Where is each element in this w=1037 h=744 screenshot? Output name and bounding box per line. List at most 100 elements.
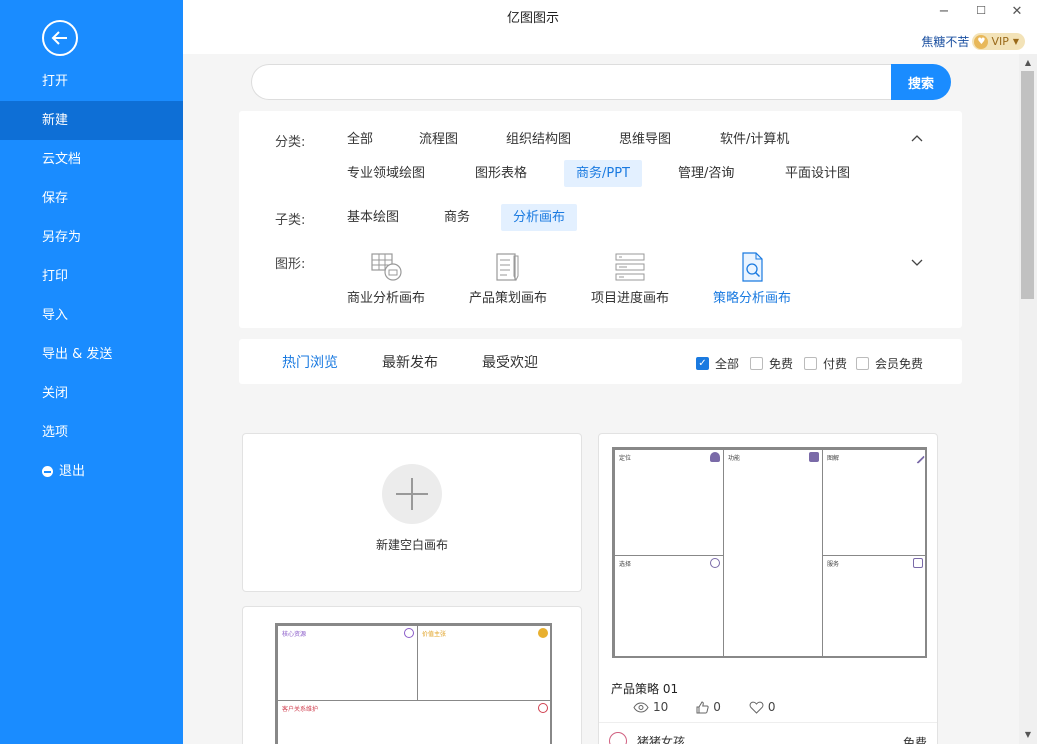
favorites-count: 0 [767, 700, 776, 714]
filter-all-checkbox[interactable]: ✓ 全部 [696, 355, 739, 372]
close-button[interactable]: ✕ [1007, 4, 1027, 19]
shape-strategy-canvas[interactable]: 策略分析画布 [702, 251, 802, 306]
cell-title: 客户关系维护 [282, 706, 319, 713]
shape-label-text: 商业分析画布 [346, 291, 425, 306]
category-professional[interactable]: 专业领域绘图 [335, 160, 437, 187]
vip-badge[interactable]: ♥ VIP ▼ [972, 33, 1025, 50]
search-input[interactable] [251, 64, 896, 100]
shape-project-canvas[interactable]: 项目进度画布 [580, 251, 680, 306]
subcategory-label: 子类: [275, 213, 306, 228]
checkbox-icon [856, 357, 869, 370]
sidebar-item-export-send[interactable]: 导出 & 发送 [0, 335, 183, 374]
checkbox-icon [804, 357, 817, 370]
sidebar-item-label: 打印 [42, 269, 69, 284]
user-area[interactable]: 焦糖不苦 ♥ VIP ▼ [921, 33, 1025, 50]
preview-cell: 选择 [614, 555, 724, 658]
category-label: 分类: [275, 135, 306, 150]
author-name: 猪猪女孩 [637, 734, 686, 744]
vertical-scrollbar[interactable]: ▲ ▼ [1019, 54, 1037, 744]
sidebar-item-import[interactable]: 导入 [0, 296, 183, 335]
new-blank-canvas-card[interactable]: 新建空白画布 [242, 433, 582, 592]
sidebar-item-save[interactable]: 保存 [0, 179, 183, 218]
avatar [609, 732, 627, 744]
sidebar-item-print[interactable]: 打印 [0, 257, 183, 296]
project-progress-icon [615, 253, 645, 281]
sidebar-item-label: 新建 [42, 113, 69, 128]
template-preview: 定位 功能 图解 选择 服务 [612, 447, 927, 658]
template-card[interactable]: 核心资源 价值主张 客户关系维护 [242, 606, 582, 744]
minimize-button[interactable]: − [934, 4, 954, 19]
category-mind-map[interactable]: 思维导图 [607, 126, 683, 153]
preview-cell: 图解 [822, 449, 927, 556]
category-all[interactable]: 全部 [335, 126, 385, 153]
cell-title: 定位 [619, 455, 632, 462]
sidebar-item-options[interactable]: 选项 [0, 413, 183, 452]
username[interactable]: 焦糖不苦 [921, 33, 969, 50]
category-management[interactable]: 管理/咨询 [666, 160, 746, 187]
sidebar-item-close[interactable]: 关闭 [0, 374, 183, 413]
scrollbar-thumb[interactable] [1021, 71, 1034, 299]
sidebar-item-label: 导入 [42, 308, 69, 323]
tab-latest[interactable]: 最新发布 [382, 352, 438, 372]
checkbox-icon [750, 357, 763, 370]
cell-title: 图解 [827, 455, 840, 462]
tab-popular[interactable]: 最受欢迎 [482, 352, 538, 372]
app-title: 亿图图示 [506, 11, 559, 26]
sidebar-item-open[interactable]: 打开 [0, 62, 183, 101]
sidebar-item-label: 云文档 [42, 152, 82, 167]
preview-cell: 定位 [614, 449, 724, 556]
cell-title: 功能 [728, 455, 741, 462]
preview-cell: 客户关系维护 [277, 700, 552, 744]
sidebar-item-save-as[interactable]: 另存为 [0, 218, 183, 257]
price-label: 免费 [902, 736, 927, 744]
sidebar-item-cloud-docs[interactable]: 云文档 [0, 140, 183, 179]
filter-free-checkbox[interactable]: 免费 [750, 355, 793, 372]
template-stats: 10 0 0 [633, 700, 804, 714]
scroll-down-icon[interactable]: ▼ [1023, 730, 1033, 740]
sidebar-item-label: 选项 [42, 425, 69, 440]
template-card[interactable]: 定位 功能 图解 选择 服务 产品策略 01 10 0 0 猪猪女孩 免费 [598, 433, 938, 744]
sidebar-item-new[interactable]: 新建 [0, 101, 183, 140]
category-software[interactable]: 软件/计算机 [708, 126, 801, 153]
chevron-up-icon[interactable] [910, 131, 924, 145]
chevron-down-icon[interactable] [910, 255, 924, 269]
checkbox-label: 会员免费 [875, 357, 924, 371]
views-count: 10 [653, 700, 669, 714]
scroll-up-icon[interactable]: ▲ [1023, 58, 1033, 68]
back-button[interactable] [42, 20, 78, 56]
likes-count: 0 [713, 700, 721, 714]
category-org-chart[interactable]: 组织结构图 [494, 126, 583, 153]
checkbox-label: 付费 [823, 357, 848, 371]
sidebar-item-exit[interactable]: 退出 [0, 452, 183, 491]
relation-icon [538, 703, 548, 713]
sort-bar: 热门浏览 最新发布 最受欢迎 ✓ 全部 免费 付费 会员免费 [239, 339, 962, 384]
cell-title: 服务 [827, 561, 840, 568]
likes-stat[interactable]: 0 [696, 700, 721, 714]
sidebar-nav: 打开 新建 云文档 保存 另存为 打印 导入 导出 & 发送 关闭 选项 退出 [0, 62, 183, 491]
search-bar: 搜索 [251, 64, 951, 100]
arrow-left-icon [51, 31, 67, 45]
shape-label: 图形: [275, 257, 306, 272]
category-flowchart[interactable]: 流程图 [407, 126, 470, 153]
filter-member-free-checkbox[interactable]: 会员免费 [856, 355, 923, 372]
titlebar: 亿图图示 − ☐ ✕ 焦糖不苦 ♥ VIP ▼ [183, 0, 1037, 54]
category-graphic-table[interactable]: 图形表格 [463, 160, 539, 187]
cell-title: 核心资源 [282, 631, 307, 638]
search-button[interactable]: 搜索 [891, 64, 951, 100]
handshake-icon [710, 558, 720, 568]
sidebar-item-label: 退出 [59, 464, 86, 479]
maximize-button[interactable]: ☐ [971, 4, 991, 17]
shape-business-canvas[interactable]: 商业分析画布 [336, 251, 436, 306]
subcategory-business[interactable]: 商务 [432, 204, 482, 231]
shape-product-canvas[interactable]: 产品策划画布 [458, 251, 558, 306]
favorites-stat[interactable]: 0 [749, 700, 776, 714]
subcategory-analysis-canvas[interactable]: 分析画布 [501, 204, 578, 231]
plus-icon [382, 464, 442, 524]
category-business-ppt[interactable]: 商务/PPT [564, 160, 642, 187]
tab-hot[interactable]: 热门浏览 [282, 352, 338, 372]
preview-cell: 价值主张 [417, 625, 552, 701]
category-graphic-design[interactable]: 平面设计图 [773, 160, 862, 187]
eye-icon [633, 701, 649, 713]
filter-paid-checkbox[interactable]: 付费 [804, 355, 847, 372]
subcategory-basic[interactable]: 基本绘图 [335, 204, 411, 231]
